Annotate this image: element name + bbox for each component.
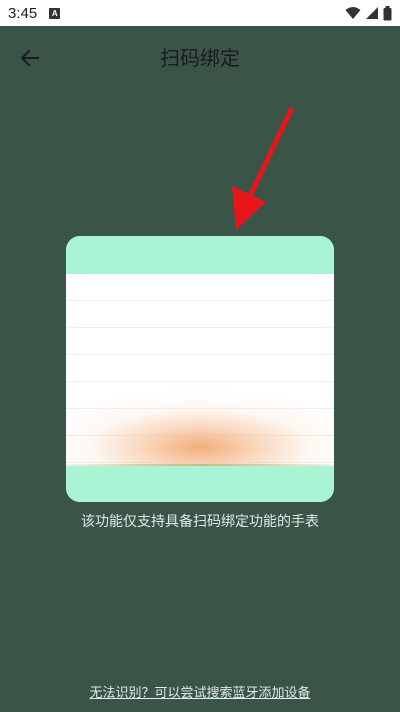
status-bar: 3:45 A bbox=[0, 0, 400, 26]
notification-a-icon: A bbox=[49, 7, 61, 19]
scan-frame-top-band bbox=[66, 236, 334, 274]
page-title: 扫码绑定 bbox=[160, 46, 240, 70]
scan-frame-bottom-band bbox=[66, 466, 334, 502]
battery-icon bbox=[383, 5, 392, 20]
bluetooth-search-link[interactable]: 无法识别？可以尝试搜索蓝牙添加设备 bbox=[0, 684, 400, 704]
red-arrow-icon bbox=[232, 107, 294, 230]
status-icons bbox=[345, 5, 392, 21]
scan-hint-text: 该功能仅支持具备扫码绑定功能的手表 bbox=[81, 514, 319, 530]
wifi-icon bbox=[345, 7, 361, 19]
app-bar: 扫码绑定 bbox=[0, 26, 400, 90]
scan-frame bbox=[66, 236, 334, 502]
status-time: 3:45 bbox=[8, 4, 38, 22]
signal-icon bbox=[366, 7, 378, 19]
back-button[interactable] bbox=[14, 44, 46, 72]
arrow-left-icon bbox=[20, 49, 39, 67]
